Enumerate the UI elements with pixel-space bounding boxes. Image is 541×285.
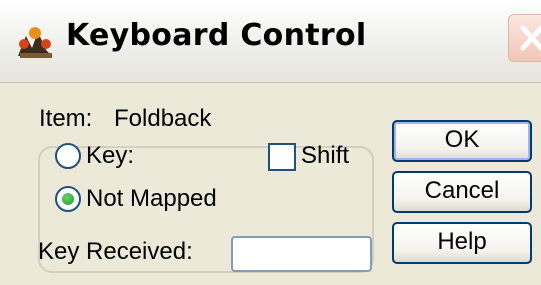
radio-selected-dot [62, 193, 74, 205]
close-icon [520, 25, 541, 51]
ok-button[interactable]: OK [392, 120, 532, 162]
cancel-button[interactable]: Cancel [392, 171, 532, 213]
app-icon [18, 27, 52, 58]
keyboard-control-dialog: Keyboard Control Item: Foldback Key: Not… [0, 0, 541, 285]
key-received-label: Key Received: [38, 238, 193, 265]
title-bar[interactable]: Keyboard Control [0, 0, 541, 83]
shift-checkbox-label[interactable]: Shift [301, 142, 349, 170]
help-button[interactable]: Help [392, 222, 532, 264]
window-title: Keyboard Control [66, 18, 367, 53]
key-radio[interactable] [55, 143, 81, 169]
shift-checkbox[interactable] [268, 143, 296, 171]
key-radio-label[interactable]: Key: [86, 142, 134, 170]
item-label: Item: [39, 105, 93, 132]
key-received-field[interactable] [231, 236, 372, 272]
item-value: Foldback [114, 105, 212, 132]
not-mapped-radio[interactable] [55, 186, 81, 212]
close-button[interactable] [508, 14, 541, 62]
not-mapped-radio-label[interactable]: Not Mapped [86, 185, 217, 213]
